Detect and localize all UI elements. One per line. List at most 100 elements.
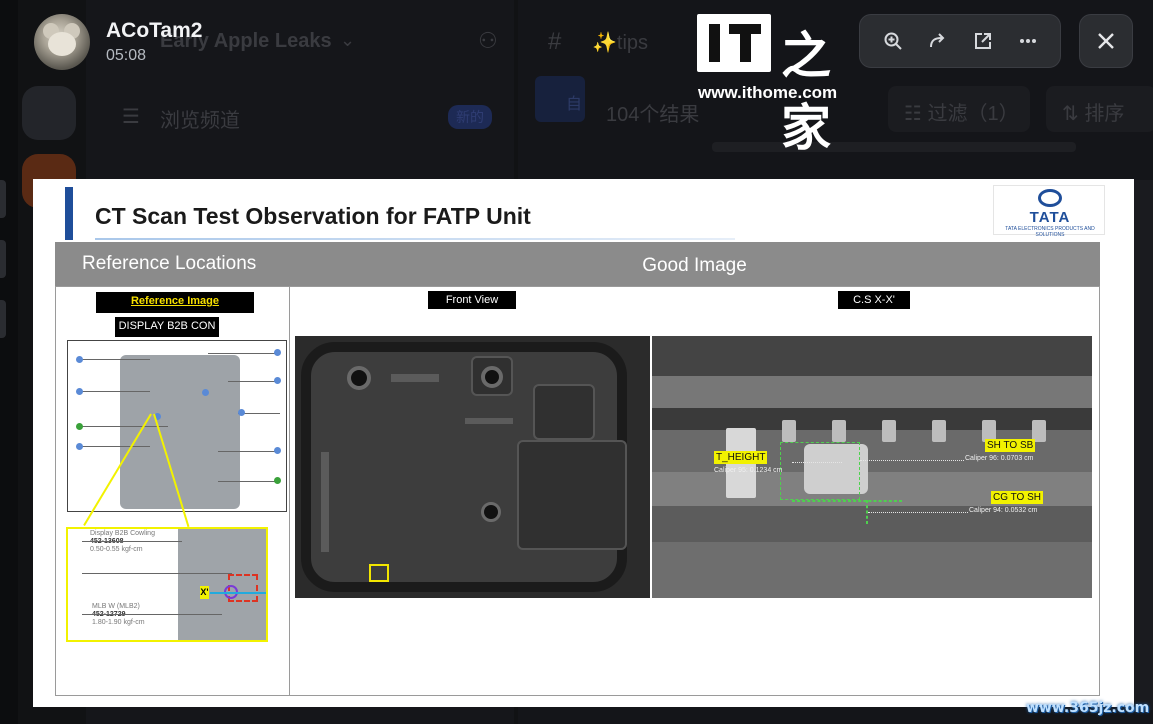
rail-indicator [0,180,6,218]
close-button[interactable] [1079,14,1133,68]
it-letter-i [709,24,720,62]
message-timestamp: 05:08 [106,47,147,64]
zoom-in-icon [884,32,902,50]
zoom-in-button[interactable] [875,23,911,59]
title-rule [95,238,735,240]
part1-torque: 0.50-0.55 kgf-cm [90,546,143,553]
ithome-logo: 之家 [697,14,853,157]
location-marker [238,409,245,416]
tata-subtitle: TATA ELECTRONICS PRODUCTS AND SOLUTIONS [1005,226,1095,238]
open-external-icon [974,33,991,49]
flex-cable [465,418,513,424]
avatar[interactable] [34,14,90,70]
sh-to-sb-caliper: Caliper 96: 0.0703 cm [965,455,1034,462]
tata-brand: TATA [1029,209,1071,226]
display-b2b-tag: DISPLAY B2B CON [115,317,219,337]
filter-button[interactable]: ☷ 过滤（1） [888,86,1030,132]
connector-pin [932,420,946,442]
ct-band [652,336,1092,376]
connector-pin [882,420,896,442]
callout-line [208,353,280,354]
ithome-it-mark [697,14,771,72]
cg-to-sh-label: CG TO SH [991,491,1043,504]
sparkle-icon: ✨ [592,32,617,54]
open-in-browser-button[interactable] [965,23,1001,59]
tata-mark-icon [1038,189,1062,207]
callout-line [82,573,232,574]
measure-box [780,442,860,500]
hash-icon: # [548,28,562,55]
measure-line [792,500,902,502]
results-count: 104个结果 [606,104,700,126]
header-reference-locations: Reference Locations [55,242,289,286]
t-height-label: T_HEIGHT [714,451,768,464]
filter-label: 过滤（1） [927,103,1019,125]
it-letter-t-stem [740,24,751,62]
location-marker [76,356,83,363]
search-tab-label: 自 [566,96,583,113]
section-line [210,592,266,594]
close-icon [1098,33,1114,49]
location-marker [76,388,83,395]
sort-button[interactable]: ⇅ 排序 [1046,86,1153,132]
connector-pin [782,420,796,442]
filter-icon: ☷ [904,103,928,125]
browse-channels-link[interactable]: 浏览频道 [160,104,240,133]
location-marker [76,443,83,450]
channel-title: ✨tips [592,30,648,55]
author-name[interactable]: ACoTam2 [106,19,202,43]
screw [481,502,501,522]
side-rail [321,452,329,552]
caliper-line [860,460,964,461]
table-divider [289,286,290,696]
location-marker [274,447,281,454]
connector [391,374,439,382]
camera-lens [481,366,503,388]
corner-watermark: www.365jz.com [1026,700,1150,716]
ct-band [652,408,1092,430]
part2-torque: 1.80-1.90 kgf-cm [92,619,145,626]
ct-band [652,542,1092,598]
rail-indicator [0,300,6,338]
scroll-region [1134,180,1153,710]
slide-title: CT Scan Test Observation for FATP Unit [95,203,531,229]
tata-logo: TATA TATA ELECTRONICS PRODUCTS AND SOLUT… [993,185,1105,238]
t-height-caliper: Caliper 95: 0.1234 cm [714,467,783,474]
part1-name: Display B2B Cowling [90,530,155,537]
more-icon [1019,39,1036,43]
callout-line [80,446,150,447]
forward-icon [929,33,944,48]
battery-block [517,440,627,550]
connector-pin [832,420,846,442]
sh-to-sb-label: SH TO SB [985,439,1036,452]
inspection-marker [369,564,389,582]
callout-line [80,391,150,392]
rail-indicator [0,240,6,278]
section-x-prime: X' [200,586,209,599]
location-marker [274,377,281,384]
callout-line [82,614,222,615]
image-toolbar [859,14,1061,68]
add-member-icon[interactable]: ⚇ [478,28,498,54]
ithome-url: www.ithome.com [698,83,838,102]
front-view-image[interactable] [295,336,650,598]
cg-to-sh-caliper: Caliper 94: 0.0532 cm [969,507,1038,514]
more-options-button[interactable] [1010,23,1046,59]
location-marker [274,349,281,356]
caliper-line [868,512,968,513]
attachment-image[interactable]: CT Scan Test Observation for FATP Unit T… [33,179,1134,707]
cross-section-image[interactable]: T_HEIGHT Caliper 95: 0.1234 cm SH TO SB … [652,336,1092,598]
reference-image-tag: Reference Image [96,292,254,313]
cross-section-tag: C.S X-X' [838,291,910,309]
header-good-image: Good Image [289,242,1100,286]
location-marker [202,389,209,396]
sort-icon: ⇅ [1062,103,1085,125]
chevron-down-icon[interactable]: ⌄ [340,30,355,51]
server-rail [0,0,18,724]
forward-button[interactable] [920,23,956,59]
browse-channels-icon: ☰ [122,106,140,128]
ct-band [652,376,1092,408]
server-icon[interactable] [22,86,76,140]
callout-line [80,426,168,427]
sort-label: 排序 [1084,103,1125,125]
